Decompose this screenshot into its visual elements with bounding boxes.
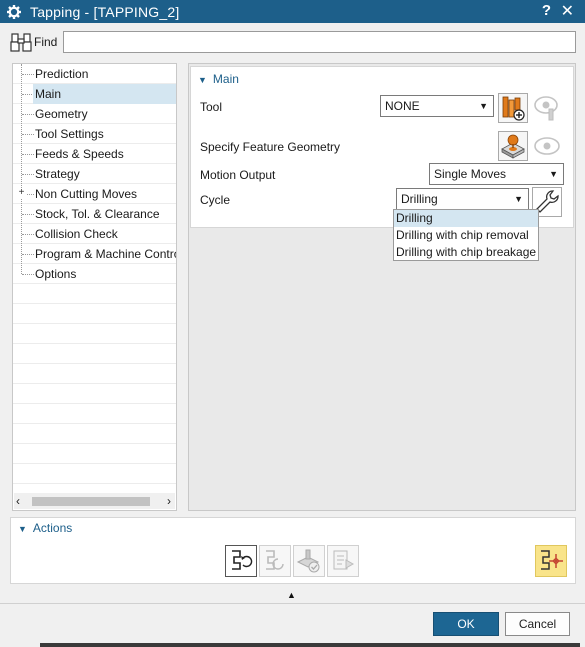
actions-group: ▼ Actions	[10, 517, 576, 584]
tree-row	[13, 284, 176, 304]
chevron-down-icon: ▼	[514, 194, 523, 204]
tree-row	[13, 304, 176, 324]
replay-icon	[266, 550, 284, 570]
tree-row	[13, 324, 176, 344]
binoculars-icon	[10, 32, 32, 55]
tree-item-feeds-speeds[interactable]: Feeds & Speeds	[13, 144, 176, 164]
ok-button[interactable]: OK	[433, 612, 499, 636]
cycle-label: Cycle	[200, 193, 231, 207]
actions-group-title: Actions	[32, 521, 73, 535]
find-input[interactable]	[63, 31, 576, 53]
tree-row	[13, 344, 176, 364]
help-button[interactable]: ?	[542, 2, 551, 19]
tree-row	[13, 444, 176, 464]
tool-label: Tool	[200, 100, 223, 114]
tree-item-strategy[interactable]: Strategy	[13, 164, 176, 184]
feature-geometry-label: Specify Feature Geometry	[200, 140, 341, 154]
collapse-icon: ▼	[18, 524, 27, 534]
close-button[interactable]: ✕	[561, 1, 574, 21]
navigation-tree: Prediction Main Geometry Tool Settings F…	[12, 63, 177, 511]
collapse-dialog-icon[interactable]: ▲	[287, 590, 296, 600]
display-tool-icon	[534, 96, 558, 121]
list-button[interactable]	[327, 545, 359, 577]
tree-item-main[interactable]: Main	[33, 84, 176, 104]
new-tool-icon	[502, 96, 525, 121]
verify-icon	[296, 549, 320, 573]
tree-item-stock-tol-clearance[interactable]: Stock, Tol. & Clearance	[13, 204, 176, 224]
gear-icon[interactable]	[6, 4, 22, 20]
cycle-option-drilling[interactable]: Drilling	[394, 210, 538, 227]
verify-button[interactable]	[293, 545, 325, 577]
tree-item-prediction[interactable]: Prediction	[13, 64, 176, 84]
cycle-dropdown-list: Drilling Drilling with chip removal Dril…	[393, 209, 539, 261]
highlight-button[interactable]	[535, 545, 567, 577]
window-title: Tapping - [TAPPING_2]	[30, 3, 180, 20]
new-tool-button[interactable]	[498, 93, 528, 123]
cycle-option-chip-removal[interactable]: Drilling with chip removal	[394, 227, 538, 244]
chevron-down-icon: ▼	[479, 101, 488, 111]
tree-row	[13, 364, 176, 384]
tree-row	[13, 464, 176, 484]
collapse-icon: ▼	[198, 75, 207, 85]
display-icon	[534, 137, 560, 155]
tree-horizontal-scrollbar[interactable]: ‹ ›	[14, 493, 175, 509]
motion-output-select[interactable]: Single Moves ▼	[429, 163, 564, 185]
find-bar: Find	[0, 29, 585, 57]
tree-item-non-cutting-moves[interactable]: + Non Cutting Moves	[13, 184, 176, 204]
main-group-header[interactable]: ▼ Main	[198, 72, 239, 86]
bottom-edge	[40, 643, 580, 647]
title-bar: Tapping - [TAPPING_2] ? ✕	[0, 0, 585, 23]
main-group: ▼ Main Tool NONE ▼ Specify Feature Geome…	[190, 66, 574, 228]
motion-output-label: Motion Output	[200, 168, 276, 182]
tree-item-collision-check[interactable]: Collision Check	[13, 224, 176, 244]
tree-row	[13, 384, 176, 404]
feature-geometry-icon	[501, 134, 525, 159]
scroll-right-icon[interactable]: ›	[167, 494, 171, 508]
feature-geometry-button[interactable]	[498, 131, 528, 161]
tree-row	[13, 404, 176, 424]
main-group-title: Main	[212, 72, 239, 86]
scroll-thumb[interactable]	[32, 497, 150, 506]
footer-separator	[0, 603, 585, 604]
tool-select[interactable]: NONE ▼	[380, 95, 494, 117]
chevron-down-icon: ▼	[549, 169, 558, 179]
tree-item-geometry[interactable]: Geometry	[13, 104, 176, 124]
tree-row	[13, 424, 176, 444]
scroll-left-icon[interactable]: ‹	[16, 494, 20, 508]
list-icon	[333, 550, 355, 570]
cycle-select[interactable]: Drilling ▼	[396, 188, 529, 210]
expand-icon[interactable]: +	[17, 188, 26, 198]
generate-icon	[232, 550, 253, 570]
display-tool-button[interactable]	[532, 93, 562, 123]
content-panel: ▼ Main Tool NONE ▼ Specify Feature Geome…	[188, 63, 576, 511]
tree-item-program-machine-control[interactable]: Program & Machine Control	[13, 244, 176, 264]
tree-item-options[interactable]: Options	[13, 264, 176, 284]
actions-group-header[interactable]: ▼ Actions	[18, 521, 72, 535]
highlight-icon	[541, 550, 563, 570]
display-geometry-button[interactable]	[532, 131, 562, 161]
cycle-option-chip-breakage[interactable]: Drilling with chip breakage	[394, 244, 538, 261]
generate-button[interactable]	[225, 545, 257, 577]
find-label: Find	[34, 35, 58, 49]
replay-button[interactable]	[259, 545, 291, 577]
cancel-button[interactable]: Cancel	[505, 612, 570, 636]
tree-item-tool-settings[interactable]: Tool Settings	[13, 124, 176, 144]
